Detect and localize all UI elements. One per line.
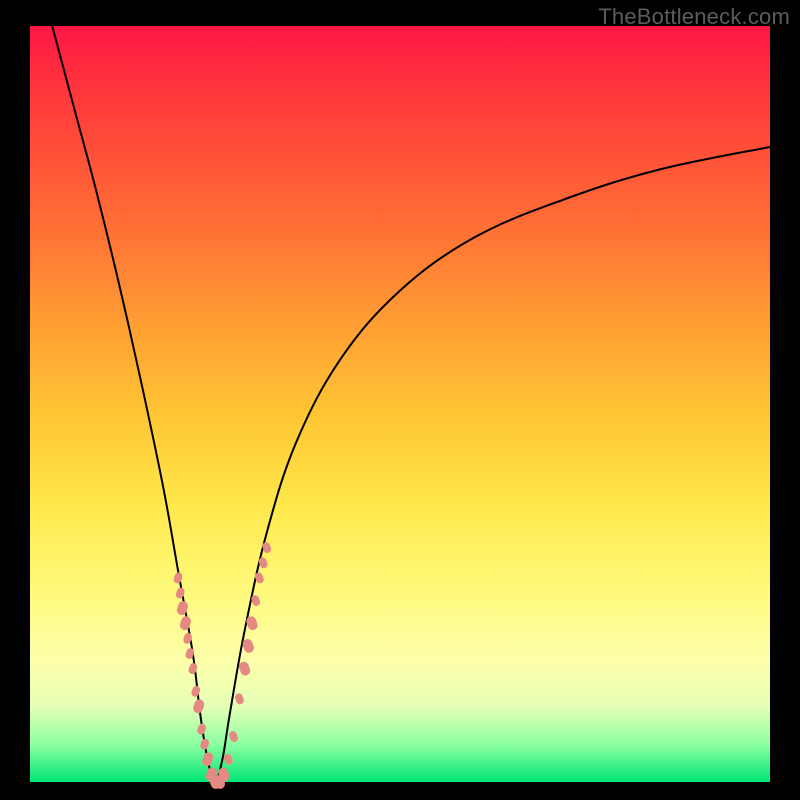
- marker-bead: [238, 660, 252, 677]
- marker-bead: [196, 723, 207, 736]
- marker-bead: [176, 600, 190, 616]
- marker-bead: [187, 662, 198, 675]
- marker-bead: [179, 615, 193, 631]
- marker-bead: [173, 571, 184, 584]
- marker-bead: [228, 730, 239, 743]
- marker-bead: [234, 692, 245, 705]
- marker-bead: [175, 587, 186, 600]
- marker-beads: [173, 541, 273, 790]
- bottleneck-curve: [52, 26, 770, 782]
- marker-bead: [190, 685, 201, 698]
- marker-bead: [199, 738, 210, 751]
- marker-bead: [192, 698, 206, 714]
- marker-bead: [223, 753, 234, 766]
- curve-layer: [0, 0, 800, 800]
- marker-bead: [201, 751, 215, 767]
- marker-bead: [261, 541, 272, 554]
